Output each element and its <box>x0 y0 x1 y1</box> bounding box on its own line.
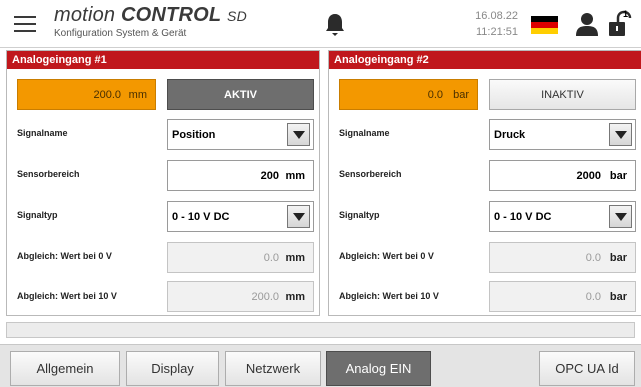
tab-display[interactable]: Display <box>126 351 219 386</box>
abgleich10-unit-1: mm <box>285 291 305 303</box>
chevron-down-icon[interactable] <box>609 205 632 228</box>
time-text: 11:21:51 <box>475 26 518 38</box>
analog-input-2-panel: Analogeingang #2 0.0 bar INAKTIV Signaln… <box>328 50 641 316</box>
live-value-1-number: 200.0 <box>93 89 121 101</box>
signaltyp-select-1[interactable]: 0 - 10 V DC <box>167 201 314 232</box>
date-text: 16.08.22 <box>475 10 518 22</box>
datetime-display: 16.08.22 11:21:51 <box>458 8 518 40</box>
chevron-down-icon[interactable] <box>287 123 310 146</box>
live-value-1-unit: mm <box>128 89 147 101</box>
abgleich10-label-2: Abgleich: Wert bei 10 V <box>339 291 439 301</box>
app-subtitle: Konfiguration System & Gerät <box>54 28 187 39</box>
abgleich0-unit-1: mm <box>285 252 305 264</box>
app-header: motion CONTROL SD Konfiguration System &… <box>0 0 641 48</box>
app-title-light: motion <box>54 4 116 26</box>
abgleich10-unit-2: bar <box>609 291 627 303</box>
tab-netzwerk[interactable]: Netzwerk <box>225 351 321 386</box>
tab-opc-ua-id[interactable]: OPC UA Id <box>539 351 635 386</box>
signalname-select-2[interactable]: Druck <box>489 119 636 150</box>
signaltyp-value-2: 0 - 10 V DC <box>494 211 552 223</box>
abgleich10-field-1: 200.0 mm <box>167 281 314 312</box>
abgleich10-label-1: Abgleich: Wert bei 10 V <box>17 291 117 301</box>
lock-badge: 1 <box>623 9 629 19</box>
sensorbereich-label-2: Sensorbereich <box>339 169 402 179</box>
analog-input-1-panel: Analogeingang #1 200.0 mm AKTIV Signalna… <box>6 50 320 316</box>
abgleich0-label-2: Abgleich: Wert bei 0 V <box>339 251 434 261</box>
app-title-suffix: SD <box>227 8 247 24</box>
bell-icon[interactable] <box>324 12 346 38</box>
live-value-2-number: 0.0 <box>427 89 443 101</box>
panel-2-title: Analogeingang #2 <box>329 51 641 69</box>
abgleich0-field-1: 0.0 mm <box>167 242 314 273</box>
panel-1-title: Analogeingang #1 <box>7 51 319 69</box>
abgleich0-label-1: Abgleich: Wert bei 0 V <box>17 251 112 261</box>
abgleich0-unit-2: bar <box>609 252 627 264</box>
sensorbereich-field-1[interactable]: 200 mm <box>167 160 314 191</box>
live-value-2: 0.0 bar <box>339 79 478 110</box>
menu-icon[interactable] <box>14 16 36 32</box>
app-title-bold: CONTROL <box>121 4 222 26</box>
live-value-2-unit: bar <box>453 89 469 101</box>
sensorbereich-value-2: 2000 <box>576 170 601 182</box>
signaltyp-select-2[interactable]: 0 - 10 V DC <box>489 201 636 232</box>
bottom-tab-bar: Allgemein Display Netzwerk Analog EIN OP… <box>0 344 641 387</box>
chevron-down-icon[interactable] <box>609 123 632 146</box>
sensorbereich-unit-1: mm <box>285 170 305 182</box>
app-title: motion CONTROL SD <box>54 4 247 27</box>
signalname-value-1: Position <box>172 129 216 141</box>
signaltyp-label-2: Signaltyp <box>339 210 380 220</box>
status-button-2[interactable]: INAKTIV <box>489 79 636 110</box>
abgleich10-value-2: 0.0 <box>585 291 601 303</box>
sensorbereich-unit-2: bar <box>609 170 627 182</box>
sensorbereich-label-1: Sensorbereich <box>17 169 80 179</box>
tab-allgemein[interactable]: Allgemein <box>10 351 120 386</box>
signalname-select-1[interactable]: Position <box>167 119 314 150</box>
abgleich0-value-2: 0.0 <box>585 252 601 264</box>
signalname-label-2: Signalname <box>339 128 390 138</box>
sensorbereich-field-2[interactable]: 2000 bar <box>489 160 636 191</box>
chevron-down-icon[interactable] <box>287 205 310 228</box>
signaltyp-label-1: Signaltyp <box>17 210 58 220</box>
unlock-icon-graphic <box>609 10 632 36</box>
unlock-icon[interactable]: 1 <box>608 9 632 38</box>
live-value-1: 200.0 mm <box>17 79 156 110</box>
status-bar <box>6 322 635 338</box>
flag-germany-icon[interactable] <box>531 16 558 34</box>
sensorbereich-value-1: 200 <box>260 170 279 182</box>
signaltyp-value-1: 0 - 10 V DC <box>172 211 230 223</box>
abgleich10-value-1: 200.0 <box>251 291 279 303</box>
status-button-1[interactable]: AKTIV <box>167 79 314 110</box>
abgleich10-field-2: 0.0 bar <box>489 281 636 312</box>
abgleich0-field-2: 0.0 bar <box>489 242 636 273</box>
signalname-label-1: Signalname <box>17 128 68 138</box>
signalname-value-2: Druck <box>494 129 526 141</box>
tab-analog-ein[interactable]: Analog EIN <box>326 351 431 386</box>
abgleich0-value-1: 0.0 <box>263 252 279 264</box>
user-icon[interactable] <box>576 12 598 36</box>
